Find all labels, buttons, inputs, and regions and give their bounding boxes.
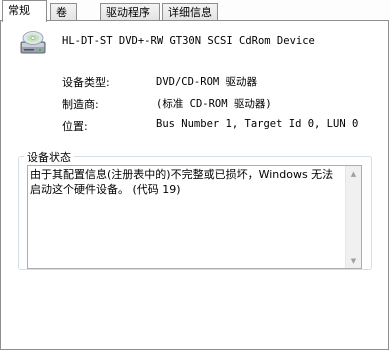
device-status-title: 设备状态 [24,149,74,165]
location-value: Bus Number 1, Target Id 0, LUN 0 [156,118,359,130]
device-type-value: DVD/CD-ROM 驱动器 [156,76,258,88]
tab-general[interactable]: 常规 [2,0,47,22]
device-status-text: 由于其配置信息(注册表中的)不完整或已损坏，Windows 无法启动这个硬件设备… [30,168,334,196]
tab-strip: 常规 卷 驱动程序 详细信息 [0,0,390,22]
scroll-down-arrow-icon[interactable]: ▼ [346,253,361,268]
dvd-drive-icon [20,31,46,54]
scroll-up-arrow-icon[interactable]: ▲ [346,166,361,181]
device-status-textbox[interactable]: 由于其配置信息(注册表中的)不完整或已损坏，Windows 无法启动这个硬件设备… [27,165,362,269]
tab-details[interactable]: 详细信息 [162,3,218,20]
device-properties-window: 常规 卷 驱动程序 详细信息 HL-DT-ST DVD+-RW GT30N SC… [0,0,390,351]
vertical-scrollbar[interactable]: ▲ ▼ [345,166,361,268]
tab-driver[interactable]: 驱动程序 [100,3,160,20]
tab-volumes[interactable]: 卷 [50,3,77,20]
manufacturer-label: 制造商: [62,98,99,111]
device-name: HL-DT-ST DVD+-RW GT30N SCSI CdRom Device [62,35,315,47]
location-label: 位置: [62,120,88,133]
device-type-label: 设备类型: [62,76,110,89]
manufacturer-value: (标准 CD-ROM 驱动器) [156,98,272,110]
